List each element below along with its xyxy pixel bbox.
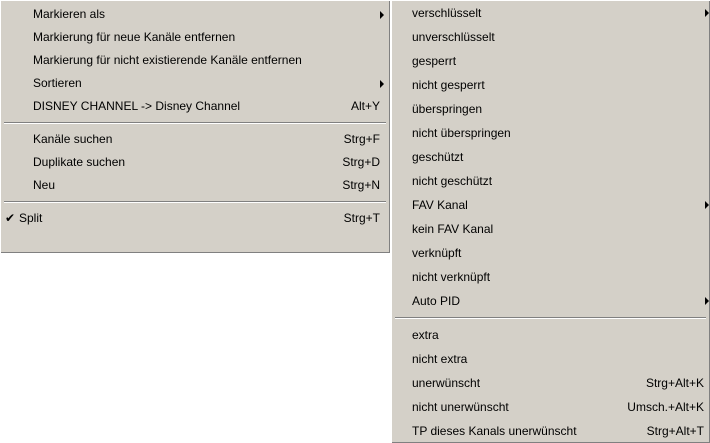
menu-item-label: TP dieses Kanals unerwünscht [412, 424, 577, 438]
submenu-item-nicht-gesperrt[interactable]: nicht gesperrt [391, 73, 710, 97]
submenu-item-kein-fav-kanal[interactable]: kein FAV Kanal [391, 217, 710, 241]
menu-item-label: nicht unerwünscht [412, 400, 509, 414]
menu-item-duplikate-suchen[interactable]: Duplikate suchen Strg+D [0, 151, 390, 174]
menu-item-label: Auto PID [412, 294, 461, 308]
menu-item-label: Markierung für neue Kanäle entfernen [33, 30, 236, 44]
submenu-item-geschuetzt[interactable]: geschützt [391, 145, 710, 169]
menu-separator [391, 313, 710, 323]
menu-item-kanaele-suchen[interactable]: Kanäle suchen Strg+F [0, 128, 390, 151]
submenu-item-extra[interactable]: extra [391, 323, 710, 347]
submenu-arrow-icon [380, 10, 384, 19]
menu-item-shortcut: Umsch.+Alt+K [627, 400, 704, 414]
menu-item-label: geschützt [412, 150, 464, 164]
submenu-arrow-icon [705, 201, 709, 209]
submenu-item-auto-pid[interactable]: Auto PID [391, 289, 710, 313]
menu-item-label: Sortieren [33, 76, 82, 90]
submenu-item-unerwuenscht[interactable]: unerwünscht Strg+Alt+K [391, 371, 710, 395]
menu-item-shortcut: Strg+N [342, 178, 380, 192]
menu-separator [0, 118, 390, 128]
menu-item-shortcut: Strg+D [342, 155, 380, 169]
menu-item-markierung-nicht-existierende-entfernen[interactable]: Markierung für nicht existierende Kanäle… [0, 49, 390, 72]
submenu-arrow-icon [705, 297, 709, 305]
menu-item-split[interactable]: ✔ Split Strg+T [0, 207, 390, 230]
menu-item-label: Duplikate suchen [33, 155, 126, 169]
submenu-item-fav-kanal[interactable]: FAV Kanal [391, 193, 710, 217]
menu-item-label: FAV Kanal [412, 198, 468, 212]
submenu-item-nicht-extra[interactable]: nicht extra [391, 347, 710, 371]
context-menu: Markieren als Markierung für neue Kanäle… [0, 0, 390, 253]
menu-item-label: unerwünscht [412, 376, 481, 390]
menu-item-label: Neu [33, 178, 56, 192]
menu-item-label: Markierung für nicht existierende Kanäle… [33, 53, 302, 67]
menu-item-label: nicht überspringen [412, 126, 511, 140]
submenu-arrow-icon [380, 79, 384, 88]
menu-item-disney-channel-rename[interactable]: DISNEY CHANNEL -> Disney Channel Alt+Y [0, 95, 390, 118]
menu-item-shortcut: Alt+Y [350, 99, 380, 113]
submenu-item-ueberspringen[interactable]: überspringen [391, 97, 710, 121]
submenu-arrow-icon [705, 9, 709, 17]
menu-item-label: Kanäle suchen [33, 132, 113, 146]
menu-item-label: DISNEY CHANNEL -> Disney Channel [33, 99, 241, 113]
menu-item-shortcut: Strg+F [343, 132, 380, 146]
menu-separator [0, 197, 390, 207]
submenu-item-nicht-ueberspringen[interactable]: nicht überspringen [391, 121, 710, 145]
menu-item-label: verschlüsselt [412, 6, 482, 20]
menu-item-shortcut: Strg+T [343, 211, 380, 225]
menu-item-markieren-als[interactable]: Markieren als [0, 3, 390, 26]
menu-item-neu[interactable]: Neu Strg+N [0, 174, 390, 197]
submenu-item-gesperrt[interactable]: gesperrt [391, 49, 710, 73]
submenu-item-tp-kanal-unerwuenscht[interactable]: TP dieses Kanals unerwünscht Strg+Alt+T [391, 419, 710, 443]
menu-item-label: Split [19, 211, 43, 225]
menu-item-label: unverschlüsselt [412, 30, 495, 44]
menu-item-label: nicht verknüpft [412, 270, 491, 284]
submenu-markieren-als: verschlüsselt unverschlüsselt gesperrt n… [391, 0, 710, 443]
checkmark-icon: ✔ [5, 211, 16, 225]
menu-item-label: nicht gesperrt [412, 78, 485, 92]
submenu-item-verknuepft[interactable]: verknüpft [391, 241, 710, 265]
menu-item-label: verknüpft [412, 246, 462, 260]
menu-item-label: nicht geschützt [412, 174, 493, 188]
menu-item-label: gesperrt [412, 54, 457, 68]
menu-item-markierung-neue-kanaele-entfernen[interactable]: Markierung für neue Kanäle entfernen [0, 26, 390, 49]
menu-item-label: nicht extra [412, 352, 468, 366]
submenu-item-nicht-verknuepft[interactable]: nicht verknüpft [391, 265, 710, 289]
menu-item-label: extra [412, 328, 439, 342]
menu-item-label: überspringen [412, 102, 483, 116]
submenu-item-unverschluesselt[interactable]: unverschlüsselt [391, 25, 710, 49]
submenu-item-nicht-geschuetzt[interactable]: nicht geschützt [391, 169, 710, 193]
menu-item-shortcut: Strg+Alt+K [645, 376, 704, 390]
menu-item-sortieren[interactable]: Sortieren [0, 72, 390, 95]
menu-item-label: Markieren als [33, 7, 106, 21]
submenu-item-nicht-unerwuenscht[interactable]: nicht unerwünscht Umsch.+Alt+K [391, 395, 710, 419]
menu-item-label: kein FAV Kanal [412, 222, 494, 236]
submenu-item-verschluesselt[interactable]: verschlüsselt [391, 1, 710, 25]
menu-item-shortcut: Strg+Alt+T [646, 424, 704, 438]
